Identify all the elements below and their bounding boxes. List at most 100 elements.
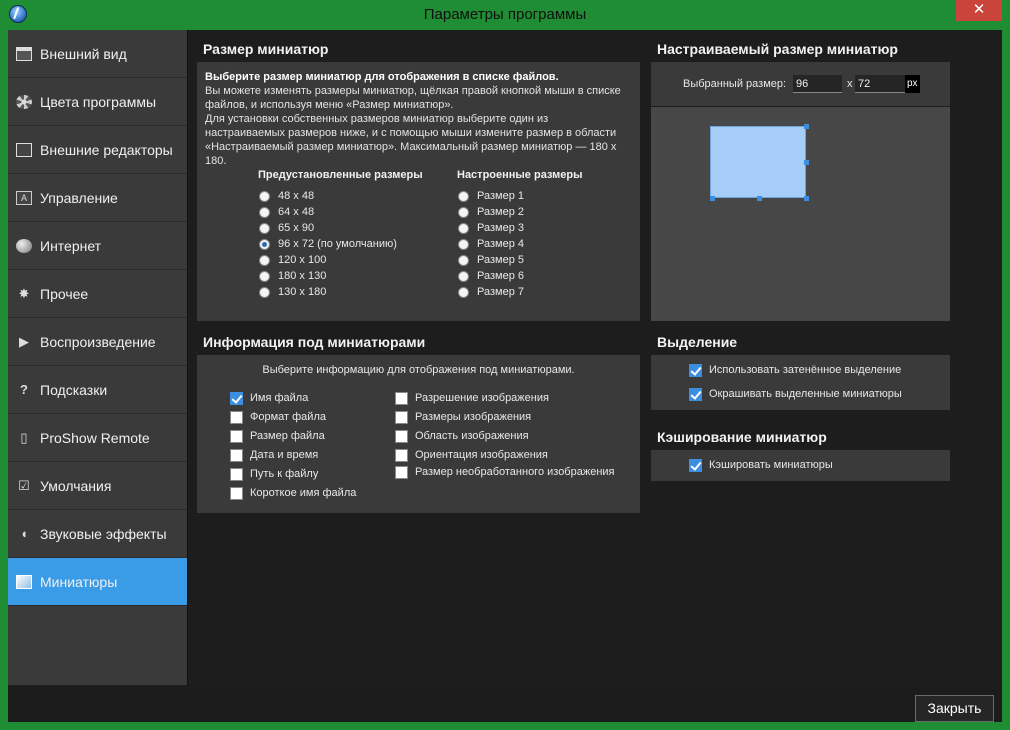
radio-button[interactable] bbox=[259, 270, 270, 282]
preset-radio-48x48[interactable]: 48 x 48 bbox=[259, 188, 314, 204]
sidebar-item-control[interactable]: A Управление bbox=[8, 174, 187, 222]
thumbnail-preview-area[interactable] bbox=[651, 107, 950, 321]
preset-radio-130x180[interactable]: 130 x 180 bbox=[259, 284, 326, 300]
close-window-button[interactable]: ✕ bbox=[956, 0, 1002, 21]
sidebar-item-label: Звуковые эффекты bbox=[40, 525, 167, 542]
radio-button[interactable] bbox=[458, 238, 469, 250]
checkbox-image-resolution[interactable]: Разрешение изображения bbox=[395, 390, 549, 406]
sidebar-item-editors[interactable]: Внешние редакторы bbox=[8, 126, 187, 174]
sidebar-item-misc[interactable]: ✸ Прочее bbox=[8, 270, 187, 318]
checkbox-image-orientation[interactable]: Ориентация изображения bbox=[395, 447, 548, 463]
resize-handle-right[interactable] bbox=[804, 160, 809, 165]
cache-panel: Кэшировать миниатюры bbox=[651, 450, 950, 481]
checkbox[interactable] bbox=[395, 429, 408, 443]
custom-radio-7[interactable]: Размер 7 bbox=[458, 284, 524, 300]
radio-label: 130 x 180 bbox=[278, 286, 327, 298]
radio-label: Размер 7 bbox=[477, 286, 524, 298]
radio-label: 96 x 72 (по умолчанию) bbox=[278, 238, 397, 250]
thumb-size-description: Выберите размер миниатюр для отображения… bbox=[205, 70, 630, 168]
checkbox[interactable] bbox=[395, 410, 408, 424]
sidebar-item-hints[interactable]: ? Подсказки bbox=[8, 366, 187, 414]
sidebar-item-label: Внешние редакторы bbox=[40, 141, 173, 158]
sidebar-item-label: Подсказки bbox=[40, 381, 108, 398]
checkbox-image-dimensions[interactable]: Размеры изображения bbox=[395, 409, 531, 425]
radio-button[interactable] bbox=[259, 206, 270, 218]
checkbox-file-size[interactable]: Размер файла bbox=[230, 428, 325, 444]
radio-button[interactable] bbox=[458, 190, 469, 202]
sidebar-item-label: Воспроизведение bbox=[40, 333, 156, 350]
preset-radio-65x90[interactable]: 65 x 90 bbox=[259, 220, 314, 236]
checkbox-image-area[interactable]: Область изображения bbox=[395, 428, 529, 444]
info-subtitle: Выберите информацию для отображения под … bbox=[262, 364, 575, 376]
checkbox[interactable] bbox=[230, 410, 243, 424]
close-button[interactable]: Закрыть bbox=[915, 695, 994, 722]
window-title: Параметры программы bbox=[423, 6, 587, 23]
resize-handle-bottom-left[interactable] bbox=[710, 196, 715, 201]
radio-button[interactable] bbox=[458, 254, 469, 266]
preset-radio-180x130[interactable]: 180 x 130 bbox=[259, 268, 326, 284]
resize-handle-bottom[interactable] bbox=[757, 196, 762, 201]
sidebar-item-defaults[interactable]: ☑ Умолчания bbox=[8, 462, 187, 510]
custom-radio-1[interactable]: Размер 1 bbox=[458, 188, 524, 204]
checkbox[interactable] bbox=[230, 467, 243, 481]
custom-radio-3[interactable]: Размер 3 bbox=[458, 220, 524, 236]
settings-content: Размер миниатюр Выберите размер миниатюр… bbox=[189, 30, 1002, 685]
radio-label: Размер 1 bbox=[477, 190, 524, 202]
radio-button[interactable] bbox=[259, 254, 270, 266]
checkbox-file-format[interactable]: Формат файла bbox=[230, 409, 326, 425]
checkbox[interactable] bbox=[395, 465, 408, 479]
sidebar-item-appearance[interactable]: Внешний вид bbox=[8, 30, 187, 78]
checkbox[interactable] bbox=[230, 486, 243, 500]
checkbox[interactable] bbox=[395, 391, 408, 405]
checkbox-checked[interactable] bbox=[689, 458, 702, 472]
checkbox-color-selected[interactable]: Окрашивать выделенные миниатюры bbox=[689, 386, 902, 402]
sidebar-item-internet[interactable]: Интернет bbox=[8, 222, 187, 270]
checkbox-filename[interactable]: Имя файла bbox=[230, 390, 308, 406]
radio-label: Размер 4 bbox=[477, 238, 524, 250]
custom-radio-4[interactable]: Размер 4 bbox=[458, 236, 524, 252]
checkbox-date-time[interactable]: Дата и время bbox=[230, 447, 318, 463]
sidebar-item-thumbnails[interactable]: Миниатюры bbox=[8, 558, 187, 606]
sidebar-item-sounds[interactable]: ◖ Звуковые эффекты bbox=[8, 510, 187, 558]
radio-button[interactable] bbox=[259, 286, 270, 298]
resize-handle-bottom-right[interactable] bbox=[804, 196, 809, 201]
preset-radio-64x48[interactable]: 64 x 48 bbox=[259, 204, 314, 220]
radio-button[interactable] bbox=[259, 222, 270, 234]
sidebar-item-playback[interactable]: ▶ Воспроизведение bbox=[8, 318, 187, 366]
custom-size-title: Настраиваемый размер миниатюр bbox=[657, 41, 898, 57]
radio-button[interactable] bbox=[458, 286, 469, 298]
width-input[interactable]: 96 bbox=[793, 75, 842, 93]
sidebar-item-colors[interactable]: Цвета программы bbox=[8, 78, 187, 126]
checkbox-label: Путь к файлу bbox=[250, 468, 319, 480]
height-input[interactable]: 72 bbox=[855, 75, 905, 93]
checkbox-cache-thumbnails[interactable]: Кэшировать миниатюры bbox=[689, 457, 833, 473]
checkbox[interactable] bbox=[395, 448, 408, 462]
custom-radio-2[interactable]: Размер 2 bbox=[458, 204, 524, 220]
radio-button[interactable] bbox=[259, 190, 270, 202]
sidebar-item-remote[interactable]: ▯ ProShow Remote bbox=[8, 414, 187, 462]
preset-radio-96x72[interactable]: 96 x 72 (по умолчанию) bbox=[259, 236, 397, 252]
custom-radio-5[interactable]: Размер 5 bbox=[458, 252, 524, 268]
checkbox-label: Кэшировать миниатюры bbox=[709, 459, 833, 471]
sound-icon: ◖ bbox=[20, 526, 28, 541]
checkbox[interactable] bbox=[230, 429, 243, 443]
palette-icon bbox=[16, 94, 32, 109]
thumbnail-resize-box[interactable] bbox=[710, 126, 806, 198]
preset-radio-120x100[interactable]: 120 x 100 bbox=[259, 252, 326, 268]
checkbox-shaded-selection[interactable]: Использовать затенённое выделение bbox=[689, 362, 901, 378]
checkbox[interactable] bbox=[230, 448, 243, 462]
checkbox-short-filename[interactable]: Короткое имя файла bbox=[230, 485, 356, 501]
radio-button-selected[interactable] bbox=[259, 238, 270, 250]
checkbox-checked[interactable] bbox=[230, 391, 243, 405]
checkbox-file-path[interactable]: Путь к файлу bbox=[230, 466, 318, 482]
checkbox-label: Размер файла bbox=[250, 430, 325, 442]
checkbox-checked[interactable] bbox=[689, 363, 702, 377]
checkbox-checked[interactable] bbox=[689, 387, 702, 401]
checkbox-raw-size[interactable]: Размер необработанного изображения bbox=[395, 464, 615, 480]
radio-button[interactable] bbox=[458, 206, 469, 218]
custom-radio-6[interactable]: Размер 6 bbox=[458, 268, 524, 284]
radio-button[interactable] bbox=[458, 222, 469, 234]
resize-handle-top-right[interactable] bbox=[804, 124, 809, 129]
radio-button[interactable] bbox=[458, 270, 469, 282]
cache-title: Кэширование миниатюр bbox=[657, 429, 827, 445]
